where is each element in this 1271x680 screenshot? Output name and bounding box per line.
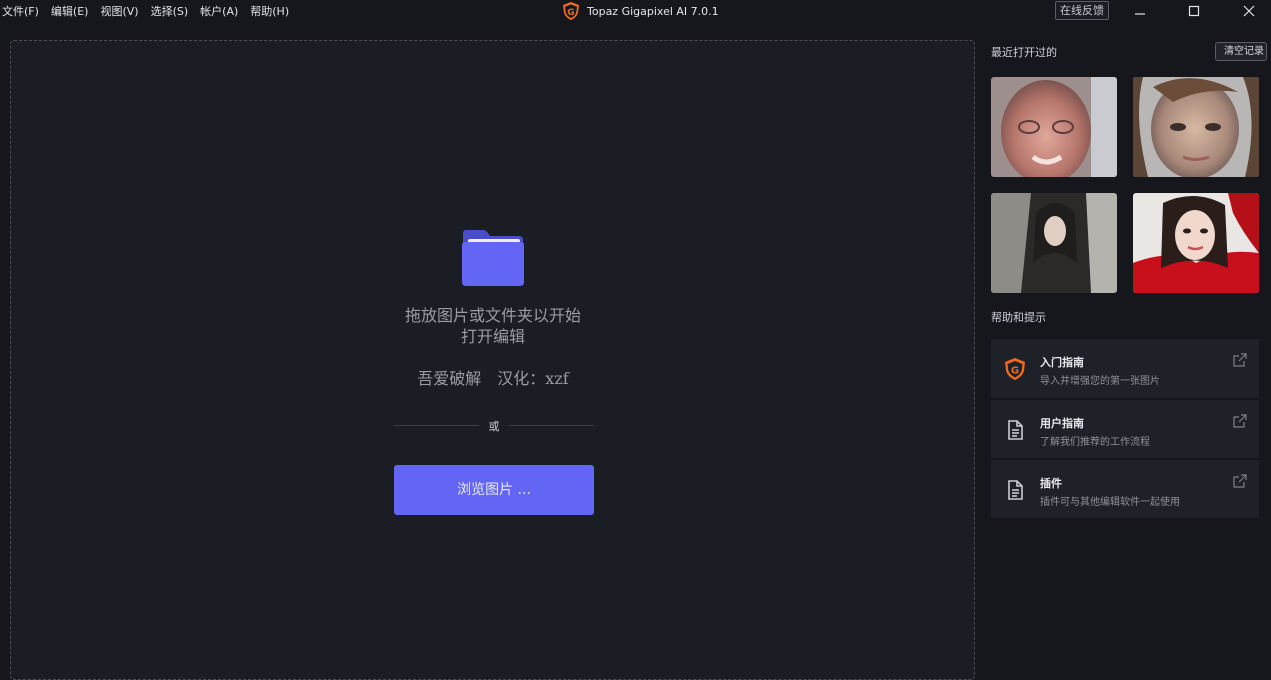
minimize-button[interactable]: [1120, 0, 1160, 22]
minimize-icon: [1135, 13, 1145, 15]
svg-text:G: G: [1011, 366, 1019, 377]
clear-history-button[interactable]: 清空记录: [1215, 42, 1267, 61]
browse-images-button[interactable]: 浏览图片 ...: [394, 465, 594, 515]
help-item-plugins[interactable]: 插件 插件可与其他编辑软件一起使用: [991, 459, 1259, 518]
recent-thumbnail-4[interactable]: [1133, 193, 1259, 293]
menu-bar: 文件(F) 编辑(E) 视图(V) 选择(S) 帐户(A) 帮助(H): [2, 3, 301, 19]
close-icon: [1243, 5, 1255, 17]
help-item-user-guide[interactable]: 用户指南 了解我们推荐的工作流程: [991, 399, 1259, 458]
or-label: 或: [488, 420, 500, 433]
drop-instructions-line1: 拖放图片或文件夹以开始: [404, 306, 581, 325]
image-drop-zone[interactable]: 拖放图片或文件夹以开始 打开编辑 吾爱破解 汉化：xzf 或 浏览图片 ...: [10, 40, 975, 680]
help-item-getting-started[interactable]: G 入门指南 导入并增强您的第一张图片: [991, 339, 1259, 398]
credit-text: 吾爱破解 汉化：xzf: [417, 369, 569, 388]
drop-instructions: 拖放图片或文件夹以开始 打开编辑: [341, 305, 645, 347]
recent-image-1: [991, 77, 1117, 177]
recent-image-2: [1133, 77, 1259, 177]
document-icon: [1008, 480, 1023, 500]
recent-section-title: 最近打开过的: [991, 46, 1057, 59]
menu-help[interactable]: 帮助(H): [250, 3, 289, 19]
menu-account[interactable]: 帐户(A): [200, 3, 238, 19]
menu-edit[interactable]: 编辑(E): [51, 3, 89, 19]
document-icon: [1008, 420, 1023, 440]
close-button[interactable]: [1229, 0, 1269, 22]
external-link-icon: [1233, 474, 1247, 488]
help-item-title: 入门指南: [1040, 356, 1084, 369]
online-feedback-button[interactable]: 在线反馈: [1055, 1, 1109, 20]
maximize-icon: [1188, 5, 1200, 17]
svg-text:G: G: [567, 8, 574, 18]
topaz-logo-icon: G: [563, 2, 579, 20]
recent-image-4: [1133, 193, 1259, 293]
topaz-logo-icon: G: [1005, 358, 1025, 380]
recent-thumbnail-1[interactable]: [991, 77, 1117, 177]
folder-icon: [462, 230, 524, 286]
menu-view[interactable]: 视图(V): [100, 3, 138, 19]
help-item-subtitle: 了解我们推荐的工作流程: [1040, 437, 1150, 448]
recent-thumbnail-3[interactable]: [991, 193, 1117, 293]
help-item-title: 插件: [1040, 477, 1062, 490]
recent-image-3: [991, 193, 1117, 293]
menu-select[interactable]: 选择(S): [151, 3, 189, 19]
external-link-icon: [1233, 414, 1247, 428]
menu-file[interactable]: 文件(F): [2, 3, 39, 19]
help-item-subtitle: 导入并增强您的第一张图片: [1040, 376, 1160, 387]
drop-instructions-line2: 打开编辑: [460, 327, 525, 346]
divider-line-right: [509, 425, 594, 426]
maximize-button[interactable]: [1174, 0, 1214, 22]
app-title: G Topaz Gigapixel AI 7.0.1: [561, 1, 719, 21]
app-title-text: Topaz Gigapixel AI 7.0.1: [587, 4, 719, 18]
help-section-title: 帮助和提示: [991, 311, 1046, 324]
recent-thumbnail-2[interactable]: [1133, 77, 1259, 177]
help-item-subtitle: 插件可与其他编辑软件一起使用: [1040, 497, 1180, 508]
title-bar: 文件(F) 编辑(E) 视图(V) 选择(S) 帐户(A) 帮助(H) G To…: [0, 0, 1271, 22]
or-divider: 或: [394, 417, 594, 433]
help-item-title: 用户指南: [1040, 417, 1084, 430]
external-link-icon: [1233, 353, 1247, 367]
